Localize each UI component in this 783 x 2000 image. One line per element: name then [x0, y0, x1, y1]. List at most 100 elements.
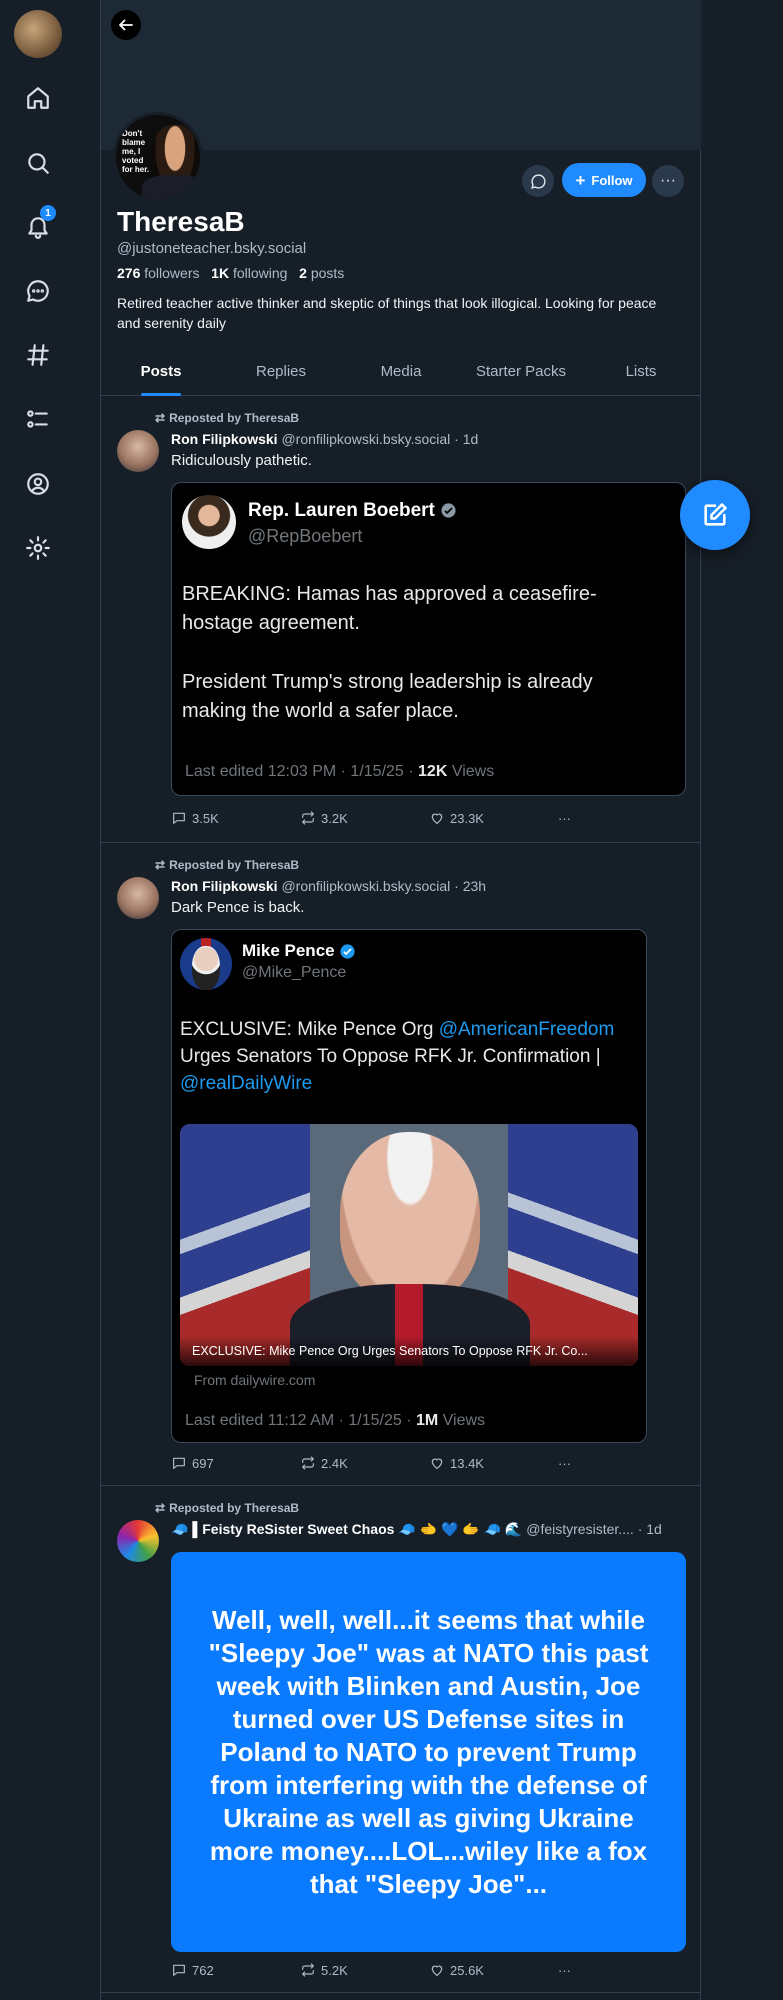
profile-stats: 276 followers 1K following 2 posts: [117, 265, 344, 281]
tab-lists[interactable]: Lists: [581, 355, 701, 395]
tweet-meta: Last edited 11:12 AM · 1/15/25 · 1M View…: [185, 1412, 485, 1430]
author-handle-time[interactable]: @ronfilipkowski.bsky.social · 23h: [281, 878, 486, 894]
tweet-body-line2: President Trump's strong leadership is a…: [182, 671, 593, 722]
back-button[interactable]: [111, 10, 141, 40]
compose-edit-icon: [704, 503, 727, 526]
profile-tabs: Posts Replies Media Starter Packs Lists: [101, 355, 701, 396]
repost-icon: ⇄: [155, 858, 166, 872]
ellipsis-icon: ···: [558, 1455, 571, 1471]
profile-avatar[interactable]: Don't blame me, I voted for her.: [113, 112, 203, 202]
feed-post[interactable]: ⇄ Reposted by TheresaB Ron Filipkowski @…: [101, 396, 701, 842]
reply-button[interactable]: 3.5K: [171, 810, 300, 826]
avatar-portrait-shoulders: [142, 175, 200, 199]
arrow-left-icon: [119, 19, 133, 31]
home-icon[interactable]: [18, 78, 58, 118]
settings-gear-icon[interactable]: [18, 528, 58, 568]
author-handle-time[interactable]: @ronfilipkowski.bsky.social · 1d: [281, 431, 478, 447]
notifications-icon[interactable]: 1: [18, 205, 58, 247]
post-image-text-card[interactable]: Well, well, well...it seems that while "…: [171, 1552, 686, 1952]
repost-indicator: ⇄ Reposted by TheresaB: [155, 858, 299, 872]
post-actions: 762 5.2K 25.6K ···: [171, 1962, 571, 1978]
follow-button-label: Follow: [591, 172, 633, 188]
post-header: Ron Filipkowski @ronfilipkowski.bsky.soc…: [171, 431, 478, 447]
post-more-button[interactable]: ···: [558, 1455, 571, 1471]
tweet-views-count: 12K: [418, 763, 448, 780]
link-card-image[interactable]: EXCLUSIVE: Mike Pence Org Urges Senators…: [180, 1124, 638, 1366]
repost-count: 3.2K: [321, 810, 348, 826]
more-options-button[interactable]: ···: [652, 165, 684, 197]
tab-posts[interactable]: Posts: [101, 355, 221, 395]
tab-media[interactable]: Media: [341, 355, 461, 395]
tweet-mention-link[interactable]: @AmericanFreedom: [439, 1019, 615, 1040]
embedded-tweet-image[interactable]: Mike Pence @Mike_Pence EXCLUSIVE: Mike P…: [171, 929, 647, 1443]
repost-label: Reposted by TheresaB: [169, 1501, 300, 1515]
post-divider: [101, 1992, 701, 1993]
tweet-mention-link[interactable]: @realDailyWire: [180, 1073, 312, 1094]
lists-icon[interactable]: [18, 399, 58, 439]
posts-count: 2: [299, 265, 307, 281]
repost-arrows-icon: [302, 1963, 314, 1977]
followers-count: 276: [117, 265, 141, 281]
repost-indicator: ⇄ Reposted by TheresaB: [155, 1501, 299, 1515]
repost-icon: ⇄: [155, 1501, 166, 1515]
tweet-body-line1: BREAKING: Hamas has approved a ceasefire…: [182, 583, 597, 634]
reply-button[interactable]: 762: [171, 1962, 300, 1978]
author-avatar[interactable]: [117, 430, 159, 472]
profile-bio: Retired teacher active thinker and skept…: [117, 295, 657, 331]
tweet-views-count: 1M: [415, 1412, 439, 1429]
reply-icon: [173, 1457, 185, 1469]
main-column: Don't blame me, I voted for her. + Follo…: [100, 0, 701, 2000]
follow-button[interactable]: + Follow: [562, 163, 646, 197]
like-button[interactable]: 25.6K: [429, 1962, 558, 1978]
profile-icon[interactable]: [18, 464, 58, 504]
tab-replies[interactable]: Replies: [221, 355, 341, 395]
tweet-author-portrait: [192, 946, 220, 990]
embedded-tweet-image[interactable]: Rep. Lauren Boebert @RepBoebert BREAKING…: [171, 482, 686, 796]
current-user-avatar[interactable]: [14, 10, 62, 58]
tweet-views-label: Views: [438, 1412, 486, 1429]
following-link[interactable]: 1K following: [211, 265, 287, 281]
verified-badge-icon: [441, 503, 456, 519]
post-header: Ron Filipkowski @ronfilipkowski.bsky.soc…: [171, 878, 486, 894]
repost-button[interactable]: 2.4K: [300, 1455, 429, 1471]
author-name[interactable]: Ron Filipkowski: [171, 878, 278, 894]
tweet-body-text: EXCLUSIVE: Mike Pence Org: [180, 1019, 439, 1040]
tweet-views-label: Views: [447, 763, 495, 780]
reply-icon: [173, 812, 185, 824]
profile-handle: @justoneteacher.bsky.social: [117, 240, 307, 257]
reply-count: 3.5K: [192, 810, 219, 826]
author-handle-time[interactable]: @feistyresister.... · 1d: [526, 1521, 662, 1537]
post-more-button[interactable]: ···: [558, 810, 571, 826]
feeds-hashtag-icon[interactable]: [18, 335, 58, 375]
repost-label: Reposted by TheresaB: [169, 858, 300, 872]
author-name[interactable]: 🧢 ▌Feisty ReSister Sweet Chaos 🧢 🫲 💙 🫱 🧢…: [171, 1521, 522, 1537]
repost-indicator: ⇄ Reposted by TheresaB: [155, 411, 299, 425]
author-avatar[interactable]: [117, 1520, 159, 1562]
post-actions: 697 2.4K 13.4K ···: [171, 1455, 571, 1471]
chat-icon[interactable]: [18, 271, 58, 311]
repost-button[interactable]: 3.2K: [300, 810, 429, 826]
link-source[interactable]: From dailywire.com: [194, 1372, 315, 1388]
compose-button[interactable]: [680, 480, 750, 550]
like-button[interactable]: 13.4K: [429, 1455, 558, 1471]
feed-post[interactable]: ⇄ Reposted by TheresaB Ron Filipkowski @…: [101, 843, 701, 1485]
like-count: 13.4K: [450, 1455, 484, 1471]
search-icon[interactable]: [18, 143, 58, 183]
tweet-author-line: Rep. Lauren Boebert: [248, 500, 457, 522]
tweet-author-handle: @RepBoebert: [248, 526, 363, 546]
followers-link[interactable]: 276 followers: [117, 265, 200, 281]
repost-button[interactable]: 5.2K: [300, 1962, 429, 1978]
tweet-timestamp: Last edited 11:12 AM · 1/15/25 ·: [185, 1412, 416, 1429]
post-more-button[interactable]: ···: [558, 1962, 571, 1978]
author-avatar[interactable]: [117, 877, 159, 919]
author-name[interactable]: Ron Filipkowski: [171, 431, 278, 447]
tab-starter-packs[interactable]: Starter Packs: [461, 355, 581, 395]
reply-button[interactable]: 697: [171, 1455, 300, 1471]
tweet-author-line: Mike Pence: [242, 941, 356, 961]
photo-head: [340, 1132, 480, 1302]
message-button[interactable]: [522, 165, 554, 197]
tweet-author-name: Rep. Lauren Boebert: [248, 500, 435, 521]
notifications-badge: 1: [40, 205, 56, 221]
image-caption: EXCLUSIVE: Mike Pence Org Urges Senators…: [192, 1344, 588, 1358]
like-button[interactable]: 23.3K: [429, 810, 558, 826]
